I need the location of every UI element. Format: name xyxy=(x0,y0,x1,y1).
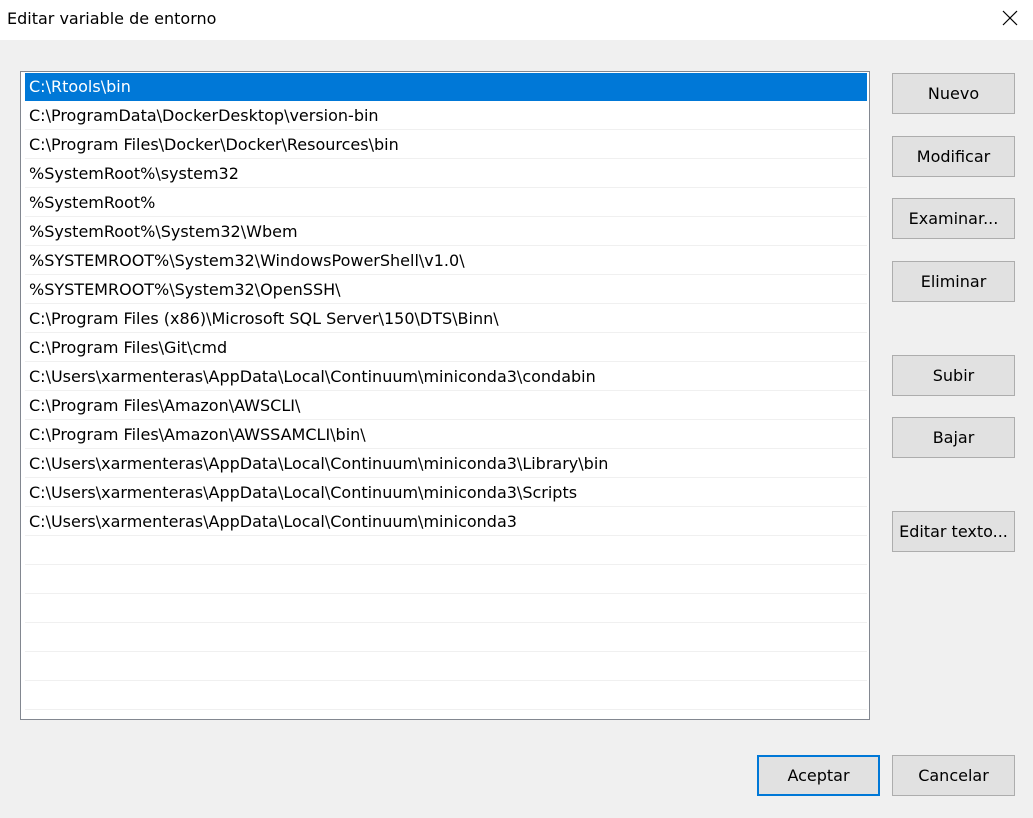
list-item[interactable]: C:\Users\xarmenteras\AppData\Local\Conti… xyxy=(25,450,867,478)
list-item-text: C:\Users\xarmenteras\AppData\Local\Conti… xyxy=(29,483,578,502)
list-item-text: C:\ProgramData\DockerDesktop\version-bin xyxy=(29,106,379,125)
path-list[interactable]: C:\Rtools\bin C:\ProgramData\DockerDeskto… xyxy=(20,71,870,720)
close-icon xyxy=(1002,10,1018,26)
list-item[interactable]: %SystemRoot%\system32 xyxy=(25,160,867,188)
list-item[interactable]: C:\Users\xarmenteras\AppData\Local\Conti… xyxy=(25,508,867,536)
list-item-text: C:\Users\xarmenteras\AppData\Local\Conti… xyxy=(29,454,609,473)
close-button[interactable] xyxy=(987,0,1033,36)
list-item[interactable]: %SYSTEMROOT%\System32\WindowsPowerShell\… xyxy=(25,247,867,275)
edit-text-button[interactable]: Editar texto... xyxy=(892,511,1015,552)
browse-button[interactable]: Examinar... xyxy=(892,198,1015,239)
list-item[interactable]: C:\Program Files\Git\cmd xyxy=(25,334,867,362)
list-item[interactable]: C:\Program Files (x86)\Microsoft SQL Ser… xyxy=(25,305,867,333)
new-button[interactable]: Nuevo xyxy=(892,73,1015,114)
list-item-text: C:\Users\xarmenteras\AppData\Local\Conti… xyxy=(29,512,517,531)
delete-button[interactable]: Eliminar xyxy=(892,261,1015,302)
list-item[interactable] xyxy=(25,682,867,710)
list-item[interactable] xyxy=(25,653,867,681)
list-item[interactable]: C:\Users\xarmenteras\AppData\Local\Conti… xyxy=(25,479,867,507)
list-item-text: %SystemRoot%\system32 xyxy=(29,164,239,183)
list-item-text: C:\Program Files (x86)\Microsoft SQL Ser… xyxy=(29,309,499,328)
list-item[interactable] xyxy=(25,624,867,652)
window-title: Editar variable de entorno xyxy=(7,9,217,28)
list-item-text: C:\Program Files\Git\cmd xyxy=(29,338,228,357)
list-item[interactable]: %SystemRoot%\System32\Wbem xyxy=(25,218,867,246)
list-item[interactable]: C:\Program Files\Amazon\AWSSAMCLI\bin\ xyxy=(25,421,867,449)
list-item[interactable]: C:\Program Files\Docker\Docker\Resources… xyxy=(25,131,867,159)
cancel-button[interactable]: Cancelar xyxy=(892,755,1015,796)
list-item-text: %SYSTEMROOT%\System32\WindowsPowerShell\… xyxy=(29,251,465,270)
list-item-text: C:\Program Files\Docker\Docker\Resources… xyxy=(29,135,399,154)
list-item[interactable]: C:\ProgramData\DockerDesktop\version-bin xyxy=(25,102,867,130)
move-up-button[interactable]: Subir xyxy=(892,355,1015,396)
list-item[interactable]: C:\Rtools\bin xyxy=(25,73,867,101)
list-item[interactable]: C:\Users\xarmenteras\AppData\Local\Conti… xyxy=(25,363,867,391)
list-item-text: C:\Program Files\Amazon\AWSCLI\ xyxy=(29,396,301,415)
list-item-text: C:\Rtools\bin xyxy=(29,77,131,96)
list-item[interactable] xyxy=(25,711,867,719)
list-item[interactable] xyxy=(25,537,867,565)
edit-button[interactable]: Modificar xyxy=(892,136,1015,177)
list-item-text: %SystemRoot%\System32\Wbem xyxy=(29,222,298,241)
ok-button[interactable]: Aceptar xyxy=(757,755,880,796)
list-item[interactable]: %SYSTEMROOT%\System32\OpenSSH\ xyxy=(25,276,867,304)
title-bar: Editar variable de entorno xyxy=(0,0,1033,40)
list-item[interactable]: C:\Program Files\Amazon\AWSCLI\ xyxy=(25,392,867,420)
list-item-text: %SYSTEMROOT%\System32\OpenSSH\ xyxy=(29,280,341,299)
list-item-text: %SystemRoot% xyxy=(29,193,156,212)
move-down-button[interactable]: Bajar xyxy=(892,417,1015,458)
list-item-text: C:\Users\xarmenteras\AppData\Local\Conti… xyxy=(29,367,596,386)
list-item[interactable] xyxy=(25,595,867,623)
list-item[interactable] xyxy=(25,566,867,594)
list-item-text: C:\Program Files\Amazon\AWSSAMCLI\bin\ xyxy=(29,425,366,444)
list-item[interactable]: %SystemRoot% xyxy=(25,189,867,217)
